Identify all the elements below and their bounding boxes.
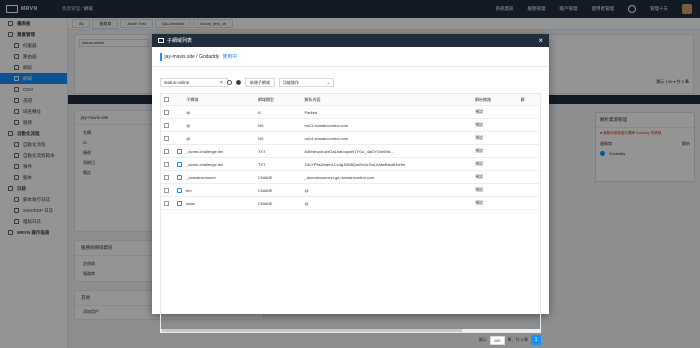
table-row[interactable]: @ NS ns13.domaincontrol.com 預設 xyxy=(161,119,540,132)
cell-subdomain: @ xyxy=(186,135,191,141)
cell-value: Z4cYP8sZwamLCc4gJ0M8Qch5cUrZwLkAfwBfwAHo… xyxy=(304,161,406,167)
cell-line: 預設 xyxy=(475,109,484,114)
cell-type: CNAME xyxy=(257,174,273,180)
cell-value: @ xyxy=(304,187,309,193)
modal-pagination: 顯示 100 筆，共 8 筆 1 xyxy=(479,335,541,345)
table-row[interactable]: tim CNAME @ 預設 xyxy=(161,184,540,197)
accent-bar xyxy=(160,52,162,61)
cell-subdomain: www xyxy=(186,200,195,206)
cell-value: ns13.domaincontrol.com xyxy=(304,122,349,128)
table-header: 子網域 網域類型 解析內容 解析線路 解 xyxy=(161,94,540,106)
subdomain-table: 子網域 網域類型 解析內容 解析線路 解 @ A Parked 預設 @ NS ns13.d… xyxy=(160,93,541,333)
table-row[interactable]: www CNAME @ 預設 xyxy=(161,197,540,210)
edit-icon[interactable] xyxy=(176,200,182,206)
page-size-select[interactable]: 100 xyxy=(489,335,505,345)
cell-type: NS xyxy=(257,122,264,128)
table-row[interactable]: _acme-challenge.tim TXT Z4cYP8sZwamLCc4gJ0… xyxy=(161,158,540,171)
row-checkbox[interactable] xyxy=(164,161,170,167)
clear-icon[interactable]: × xyxy=(220,80,223,86)
batch-action-select[interactable]: 功能操作 ⌄ xyxy=(278,78,334,87)
col-subdomain[interactable]: 子網域 xyxy=(186,97,258,103)
cell-subdomain: _domainconnect xyxy=(186,174,216,180)
col-value[interactable]: 解析內容 xyxy=(304,97,475,103)
list-icon xyxy=(158,38,164,43)
page-size-label: 顯示 xyxy=(478,337,487,342)
select-all-checkbox[interactable] xyxy=(164,97,170,102)
add-subdomain-button[interactable]: 新增子網域 xyxy=(244,78,275,87)
row-checkbox[interactable] xyxy=(164,200,170,206)
row-checkbox[interactable] xyxy=(164,148,170,154)
row-checkbox[interactable] xyxy=(164,109,170,115)
search-icon[interactable] xyxy=(226,80,232,85)
cell-subdomain: tim xyxy=(186,187,192,193)
cell-line: 預設 xyxy=(475,187,484,192)
col-more[interactable]: 解 xyxy=(521,97,540,103)
cell-value: 84hNeupb.ufzGaLeatoopaN7YGo_4aDYGmiIMs..… xyxy=(304,148,394,154)
cell-value: ns14.domaincontrol.com xyxy=(304,135,349,141)
cell-type: CNAME xyxy=(257,187,273,193)
subdomain-search-input[interactable]: status:online xyxy=(160,78,228,87)
subdomain-modal: 子網域列表 × jay-mavis.site / Godaddy 使用中 sta… xyxy=(152,34,549,345)
row-checkbox[interactable] xyxy=(164,135,170,141)
col-line[interactable]: 解析線路 xyxy=(475,97,521,103)
cell-line: 預設 xyxy=(475,174,484,179)
col-type[interactable]: 網域類型 xyxy=(258,97,305,103)
cell-subdomain: @ xyxy=(186,109,191,115)
row-checkbox[interactable] xyxy=(164,174,170,180)
modal-toolbar: status:online × 新增子網域 功能操作 ⌄ xyxy=(160,78,334,87)
modal-domain-name: jay-mavis.site / Godaddy xyxy=(164,53,220,60)
table-row[interactable]: @ NS ns14.domaincontrol.com 預設 xyxy=(161,132,540,145)
cell-type: NS xyxy=(257,135,264,141)
modal-domain-info: jay-mavis.site / Godaddy 使用中 xyxy=(152,47,549,67)
page-1-button[interactable]: 1 xyxy=(531,335,541,345)
row-checkbox[interactable] xyxy=(164,122,170,128)
cell-value: Parked xyxy=(304,109,318,115)
horizontal-scrollbar[interactable] xyxy=(160,329,541,332)
cell-line: 預設 xyxy=(475,200,484,205)
cell-line: 預設 xyxy=(475,148,484,153)
chevron-down-icon: ⌄ xyxy=(326,80,330,85)
cell-subdomain: _acme-challenge.tim xyxy=(186,161,224,167)
cell-line: 預設 xyxy=(475,122,484,127)
cell-type: CNAME xyxy=(257,200,273,206)
table-row[interactable]: _domainconnect CNAME _domainconnect.gd.dom… xyxy=(161,171,540,184)
table-row[interactable]: _acme-challenge.tim TXT 84hNeupb.ufzGaLeat… xyxy=(161,145,540,158)
modal-title: 子網域列表 xyxy=(167,38,193,44)
edit-icon[interactable] xyxy=(176,161,182,167)
cell-subdomain: _acme-challenge.tim xyxy=(186,148,224,154)
cell-type: A xyxy=(257,109,261,115)
info-icon[interactable] xyxy=(235,80,241,85)
batch-action-label: 功能操作 xyxy=(282,79,299,85)
total-count: 筆，共 8 筆 xyxy=(507,337,528,342)
edit-icon[interactable] xyxy=(176,148,182,154)
cell-subdomain: @ xyxy=(186,122,191,128)
cell-type: TXT xyxy=(257,161,266,167)
modal-header: 子網域列表 × xyxy=(152,34,549,47)
cell-value: @ xyxy=(304,200,309,206)
scrollbar-thumb[interactable] xyxy=(162,329,462,332)
cell-value: _domainconnect.gd.domaincontrol.com xyxy=(304,174,375,180)
edit-icon[interactable] xyxy=(176,187,182,193)
cell-line: 預設 xyxy=(475,135,484,140)
close-icon[interactable]: × xyxy=(538,36,543,45)
status-badge: 使用中 xyxy=(222,54,238,60)
table-row[interactable]: @ A Parked 預設 xyxy=(161,106,540,119)
row-checkbox[interactable] xyxy=(164,187,170,193)
cell-type: TXT xyxy=(257,148,266,154)
edit-icon[interactable] xyxy=(176,174,182,180)
cell-line: 預設 xyxy=(475,161,484,166)
